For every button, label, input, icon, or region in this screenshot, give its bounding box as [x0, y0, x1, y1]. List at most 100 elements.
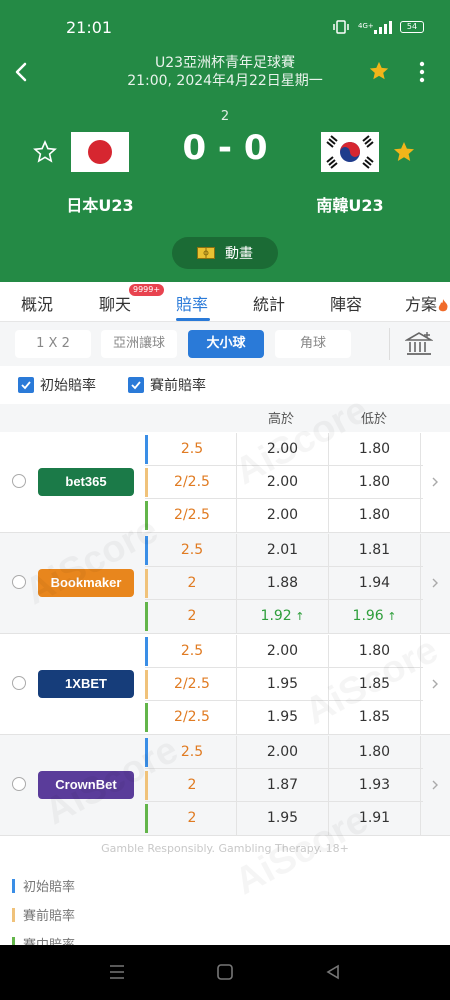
vibrate-icon [333, 20, 349, 34]
bookmaker-group[interactable]: bet365 2.5 2.00 1.80 2/2.5 2.00 1.80 2/2.5 2.00 1… [0, 432, 450, 533]
follow-home-star-icon[interactable] [33, 140, 57, 164]
match-datetime: 21:00, 2024年4月22日星期一 [127, 73, 323, 89]
away-team-name[interactable]: 南韓U23 [290, 192, 410, 216]
chevron-right-icon[interactable] [430, 678, 440, 690]
up-arrow-icon: ↑ [383, 610, 397, 623]
bookmaker-group[interactable]: CrownBet 2.5 2.00 1.80 2 1.87 1.93 2 1.95 1.91 [0, 735, 450, 836]
menu-icon[interactable] [108, 964, 126, 980]
handicap-value: 2.5 [148, 433, 237, 466]
odds-row: 2/2.5 2.00 1.80 [145, 466, 423, 499]
status-bar: 21:01 4G+ 54 [0, 0, 450, 50]
legend-label: 初始賠率 [23, 880, 76, 895]
status-icons: 4G+ 54 [332, 20, 424, 34]
chevron-right-icon[interactable] [430, 779, 440, 791]
under-odds: 1.80 [329, 736, 421, 769]
radio-select[interactable] [12, 575, 26, 589]
tab-plans[interactable]: 方案 [405, 291, 449, 315]
handicap-value: 2.5 [148, 635, 237, 668]
check-prematch-odds[interactable]: 賽前賠率 [128, 375, 206, 395]
radio-select[interactable] [12, 474, 26, 488]
home-team-name[interactable]: 日本U23 [40, 192, 160, 216]
over-odds: 1.95 [237, 802, 329, 835]
signal-icon: 4G+ [358, 21, 392, 34]
pitch-icon [197, 247, 215, 259]
header-over: 高於 [268, 412, 295, 427]
over-odds: 2.01 [237, 534, 329, 567]
chevron-right-icon[interactable] [430, 476, 440, 488]
handicap-value: 2/2.5 [148, 668, 237, 701]
match-header: 21:01 4G+ 54 U23亞洲杯青年足球賽 21:00, 2024年4月2… [0, 0, 450, 282]
filter-asian-handicap[interactable]: 亞洲讓球 [101, 330, 177, 358]
odds-row: 2.5 2.00 1.80 [145, 433, 423, 466]
battery-icon: 54 [400, 21, 424, 33]
chevron-right-icon[interactable] [430, 577, 440, 589]
over-odds: 1.95 [237, 701, 329, 734]
chat-count-badge: 9999+ [129, 284, 165, 296]
tab-stats[interactable]: 統計 [253, 291, 285, 315]
odds-row: 2.5 2.00 1.80 [145, 736, 423, 769]
animation-button[interactable]: 動畫 [172, 237, 278, 269]
under-odds: 1.81 [329, 534, 421, 567]
over-odds: 1.88 [237, 567, 329, 600]
legend-initial: 初始賠率 [12, 876, 75, 895]
bookmaker-group[interactable]: 1XBET 2.5 2.00 1.80 2/2.5 1.95 1.85 2/2.5 1.95 1.… [0, 634, 450, 735]
over-odds: 1.95 [237, 668, 329, 701]
under-odds: 1.80 [329, 635, 421, 668]
filter-over-under[interactable]: 大小球 [188, 330, 264, 358]
match-title: U23亞洲杯青年足球賽 21:00, 2024年4月22日星期一 [100, 54, 350, 90]
under-odds: 1.94 [329, 567, 421, 600]
odds-type-checks: 初始賠率 賽前賠率 [0, 366, 450, 404]
odds-filter-bar: 1 X 2 亞洲讓球 大小球 角球 [0, 322, 450, 366]
over-odds: 2.00 [237, 499, 329, 532]
handicap-value: 2 [148, 600, 237, 633]
tab-odds[interactable]: 賠率 [176, 291, 208, 315]
animation-label: 動畫 [225, 246, 253, 262]
odds-row: 2/2.5 1.95 1.85 [145, 668, 423, 701]
handicap-value: 2 [148, 802, 237, 835]
radio-select[interactable] [12, 676, 26, 690]
over-odds: 2.00 [237, 736, 329, 769]
check-label: 初始賠率 [40, 378, 96, 394]
more-options-icon[interactable] [410, 60, 434, 84]
handicap-value: 2/2.5 [148, 701, 237, 734]
under-odds: 1.96 ↑ [329, 600, 421, 633]
active-tab-indicator [176, 318, 210, 321]
japan-flag-icon [71, 132, 129, 172]
tab-chat[interactable]: 聊天 [99, 291, 131, 315]
filter-corners[interactable]: 角球 [275, 330, 351, 358]
bookmaker-group[interactable]: Bookmaker 2.5 2.01 1.81 2 1.88 1.94 2 1.92 ↑ 1.96… [0, 533, 450, 634]
check-label: 賽前賠率 [150, 378, 206, 394]
tab-plans-label: 方案 [405, 295, 438, 314]
handicap-value: 2.5 [148, 534, 237, 567]
filter-1x2[interactable]: 1 X 2 [15, 330, 91, 358]
battery-level: 54 [406, 22, 418, 31]
app-root: 21:01 4G+ 54 U23亞洲杯青年足球賽 21:00, 2024年4月2… [0, 0, 450, 1000]
under-odds: 1.91 [329, 802, 421, 835]
under-odds: 1.85 [329, 701, 421, 734]
bookmaker-settings-icon[interactable] [405, 330, 433, 358]
handicap-value: 2.5 [148, 736, 237, 769]
under-odds: 1.80 [329, 466, 421, 499]
back-arrow-icon[interactable] [10, 60, 34, 84]
home-icon[interactable] [216, 964, 234, 980]
handicap-value: 2 [148, 567, 237, 600]
check-initial-odds[interactable]: 初始賠率 [18, 375, 96, 395]
follow-away-star-icon[interactable] [392, 140, 416, 164]
back-triangle-icon[interactable] [324, 964, 342, 980]
under-odds: 1.85 [329, 668, 421, 701]
radio-select[interactable] [12, 777, 26, 791]
fire-icon [438, 298, 448, 311]
header-under: 低於 [361, 412, 388, 427]
tab-lineup[interactable]: 陣容 [330, 291, 362, 315]
under-odds: 1.93 [329, 769, 421, 802]
odds-row: 2.5 2.00 1.80 [145, 635, 423, 668]
tab-overview[interactable]: 概況 [21, 291, 53, 315]
over-odds: 2.00 [237, 433, 329, 466]
odds-row: 2 1.92 ↑ 1.96 ↑ [145, 600, 423, 633]
odds-row: 2/2.5 1.95 1.85 [145, 701, 423, 734]
handicap-value: 2/2.5 [148, 466, 237, 499]
round-number: 2 [220, 109, 230, 124]
handicap-value: 2 [148, 769, 237, 802]
odds-row: 2 1.88 1.94 [145, 567, 423, 600]
favorite-star-icon[interactable] [368, 60, 390, 82]
